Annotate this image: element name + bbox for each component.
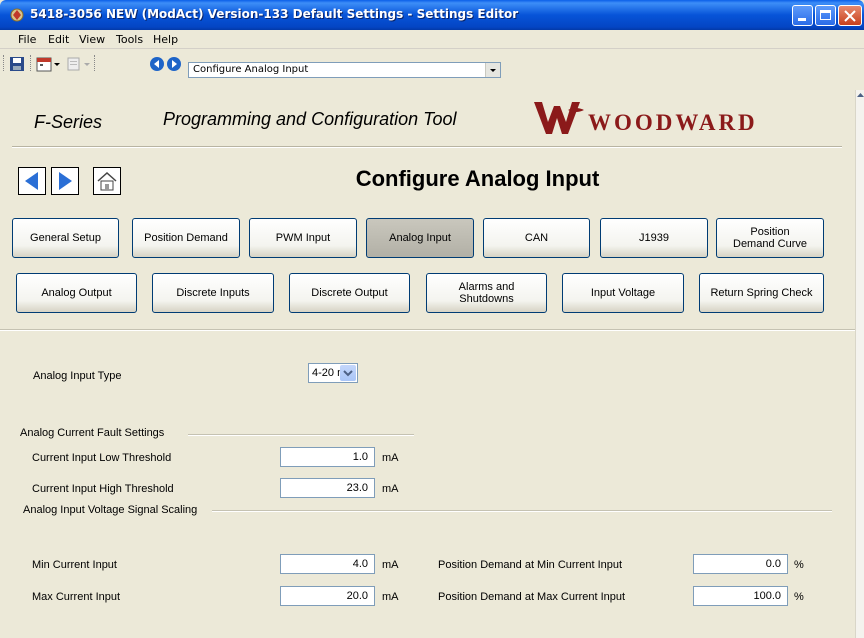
tab-position-demand-curve[interactable]: Position Demand Curve bbox=[716, 218, 824, 258]
tab-label: J1939 bbox=[639, 232, 669, 244]
analog-input-type-select[interactable]: 4-20 mA bbox=[308, 363, 358, 383]
tab-label: General Setup bbox=[30, 232, 101, 244]
tab-label: Analog Input bbox=[389, 232, 451, 244]
window-title: 5418-3056 NEW (ModAct) Version-133 Defau… bbox=[30, 7, 519, 21]
app-icon bbox=[10, 8, 24, 22]
tab-label: CAN bbox=[524, 232, 549, 244]
tab-can[interactable]: CAN bbox=[483, 218, 590, 258]
tab-discrete-inputs[interactable]: Discrete Inputs bbox=[152, 273, 274, 313]
high-threshold-label: Current Input High Threshold bbox=[32, 483, 174, 495]
min-current-unit: mA bbox=[382, 559, 399, 571]
vertical-scrollbar[interactable] bbox=[855, 90, 864, 638]
toolbar-grip[interactable] bbox=[30, 55, 34, 71]
group-divider bbox=[188, 434, 414, 436]
page-title: Configure Analog Input bbox=[355, 166, 600, 191]
max-current-label: Max Current Input bbox=[32, 591, 121, 603]
tab-label: Alarms and Shutdowns bbox=[458, 281, 515, 305]
chevron-down-icon bbox=[84, 63, 90, 66]
tab-label: Position Demand bbox=[144, 232, 228, 244]
analog-input-type-label: Analog Input Type bbox=[33, 370, 122, 382]
tool-name: Programming and Configuration Tool bbox=[163, 109, 457, 129]
scaling-group-title: Analog Input Voltage Signal Scaling bbox=[23, 504, 198, 516]
tab-general-setup[interactable]: General Setup bbox=[12, 218, 119, 258]
menu-tools[interactable]: Tools bbox=[116, 33, 143, 46]
tab-return-spring-check[interactable]: Return Spring Check bbox=[699, 273, 824, 313]
pd-min-field[interactable]: 0.0 bbox=[693, 554, 788, 574]
chevron-down-icon[interactable] bbox=[340, 365, 356, 381]
brand-text: WOODWARD bbox=[588, 110, 758, 135]
save-icon[interactable] bbox=[9, 56, 25, 72]
woodward-logo: WOODWARD bbox=[534, 102, 758, 135]
scroll-up-icon[interactable] bbox=[856, 91, 864, 100]
navigation-combobox[interactable]: Configure Analog Input bbox=[188, 62, 501, 78]
tab-label: Analog Output bbox=[41, 287, 112, 299]
menu-file[interactable]: File bbox=[18, 33, 36, 46]
maximize-button[interactable] bbox=[815, 5, 836, 26]
close-button[interactable] bbox=[838, 5, 862, 26]
pd-max-unit: % bbox=[794, 591, 804, 603]
low-threshold-label: Current Input Low Threshold bbox=[32, 452, 172, 464]
low-threshold-unit: mA bbox=[382, 452, 399, 464]
section-divider bbox=[0, 329, 855, 331]
pd-max-field[interactable]: 100.0 bbox=[693, 586, 788, 606]
group-divider bbox=[212, 510, 832, 512]
pd-min-label: Position Demand at Min Current Input bbox=[438, 559, 623, 571]
forward-circle-icon[interactable] bbox=[166, 56, 182, 72]
max-current-field[interactable]: 20.0 bbox=[280, 586, 375, 606]
tab-j1939[interactable]: J1939 bbox=[600, 218, 708, 258]
tab-analog-input[interactable]: Analog Input bbox=[366, 218, 474, 258]
tab-input-voltage[interactable]: Input Voltage bbox=[562, 273, 684, 313]
series-label: F-Series bbox=[34, 112, 103, 132]
low-threshold-field[interactable]: 1.0 bbox=[280, 447, 375, 467]
tab-label: Discrete Output bbox=[311, 287, 388, 299]
pd-min-unit: % bbox=[794, 559, 804, 571]
tab-discrete-output[interactable]: Discrete Output bbox=[289, 273, 410, 313]
minimize-button[interactable] bbox=[792, 5, 813, 26]
high-threshold-field[interactable]: 23.0 bbox=[280, 478, 375, 498]
chevron-down-icon[interactable] bbox=[485, 63, 500, 77]
tab-label: Input Voltage bbox=[590, 287, 656, 299]
chevron-down-icon[interactable] bbox=[53, 56, 61, 72]
tab-position-demand[interactable]: Position Demand bbox=[132, 218, 240, 258]
back-circle-icon[interactable] bbox=[149, 56, 165, 72]
tab-label: Discrete Inputs bbox=[176, 287, 250, 299]
toolbar-grip[interactable] bbox=[94, 55, 98, 71]
tab-pwm-input[interactable]: PWM Input bbox=[249, 218, 357, 258]
menu-bar: File Edit View Tools Help bbox=[0, 30, 864, 49]
calendar-icon[interactable] bbox=[36, 56, 52, 72]
disabled-document-icon bbox=[67, 57, 80, 71]
tab-label: Position Demand Curve bbox=[733, 226, 807, 250]
max-current-unit: mA bbox=[382, 591, 399, 603]
content-panel: F-Series Programming and Configuration T… bbox=[0, 90, 855, 638]
menu-help[interactable]: Help bbox=[153, 33, 178, 46]
min-current-field[interactable]: 4.0 bbox=[280, 554, 375, 574]
navigation-combobox-value: Configure Analog Input bbox=[193, 64, 309, 75]
fault-settings-group-title: Analog Current Fault Settings bbox=[20, 427, 165, 439]
menu-view[interactable]: View bbox=[79, 33, 105, 46]
header-divider bbox=[12, 146, 842, 148]
tab-label: Return Spring Check bbox=[710, 287, 813, 299]
high-threshold-unit: mA bbox=[382, 483, 399, 495]
menu-edit[interactable]: Edit bbox=[48, 33, 69, 46]
min-current-label: Min Current Input bbox=[32, 559, 117, 571]
title-bar[interactable]: 5418-3056 NEW (ModAct) Version-133 Defau… bbox=[0, 0, 864, 30]
pd-max-label: Position Demand at Max Current Input bbox=[438, 591, 626, 603]
tab-alarms-and-shutdowns[interactable]: Alarms and Shutdowns bbox=[426, 273, 547, 313]
tab-label: PWM Input bbox=[275, 232, 331, 244]
tab-analog-output[interactable]: Analog Output bbox=[16, 273, 137, 313]
toolbar-grip[interactable] bbox=[3, 55, 7, 71]
close-icon bbox=[844, 10, 856, 22]
